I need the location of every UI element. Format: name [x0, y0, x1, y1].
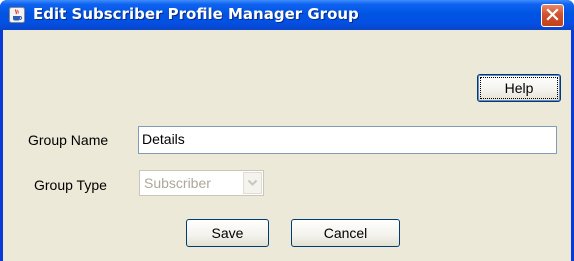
cancel-button[interactable]: Cancel [291, 219, 400, 247]
group-type-selected: Subscriber [144, 175, 211, 191]
group-type-label: Group Type [34, 177, 107, 193]
cancel-button-label: Cancel [323, 225, 368, 241]
help-button[interactable]: Help [477, 74, 561, 102]
group-name-input[interactable]: Details [138, 126, 557, 154]
close-button[interactable] [541, 4, 564, 27]
group-name-value: Details [142, 131, 185, 147]
save-button[interactable]: Save [186, 219, 269, 247]
group-name-label: Group Name [28, 132, 109, 148]
java-cup-icon [9, 7, 25, 23]
dialog-window: Edit Subscriber Profile Manager Group He… [0, 0, 574, 261]
title-bar[interactable]: Edit Subscriber Profile Manager Group [0, 0, 574, 30]
save-button-label: Save [211, 225, 244, 241]
dialog-content: Help Group Name Details Group Type Subsc… [3, 30, 571, 261]
window-title: Edit Subscriber Profile Manager Group [33, 5, 359, 23]
chevron-down-icon [243, 172, 262, 194]
close-x-icon [546, 6, 559, 25]
group-type-select[interactable]: Subscriber [139, 170, 264, 196]
help-button-label: Help [504, 80, 534, 96]
